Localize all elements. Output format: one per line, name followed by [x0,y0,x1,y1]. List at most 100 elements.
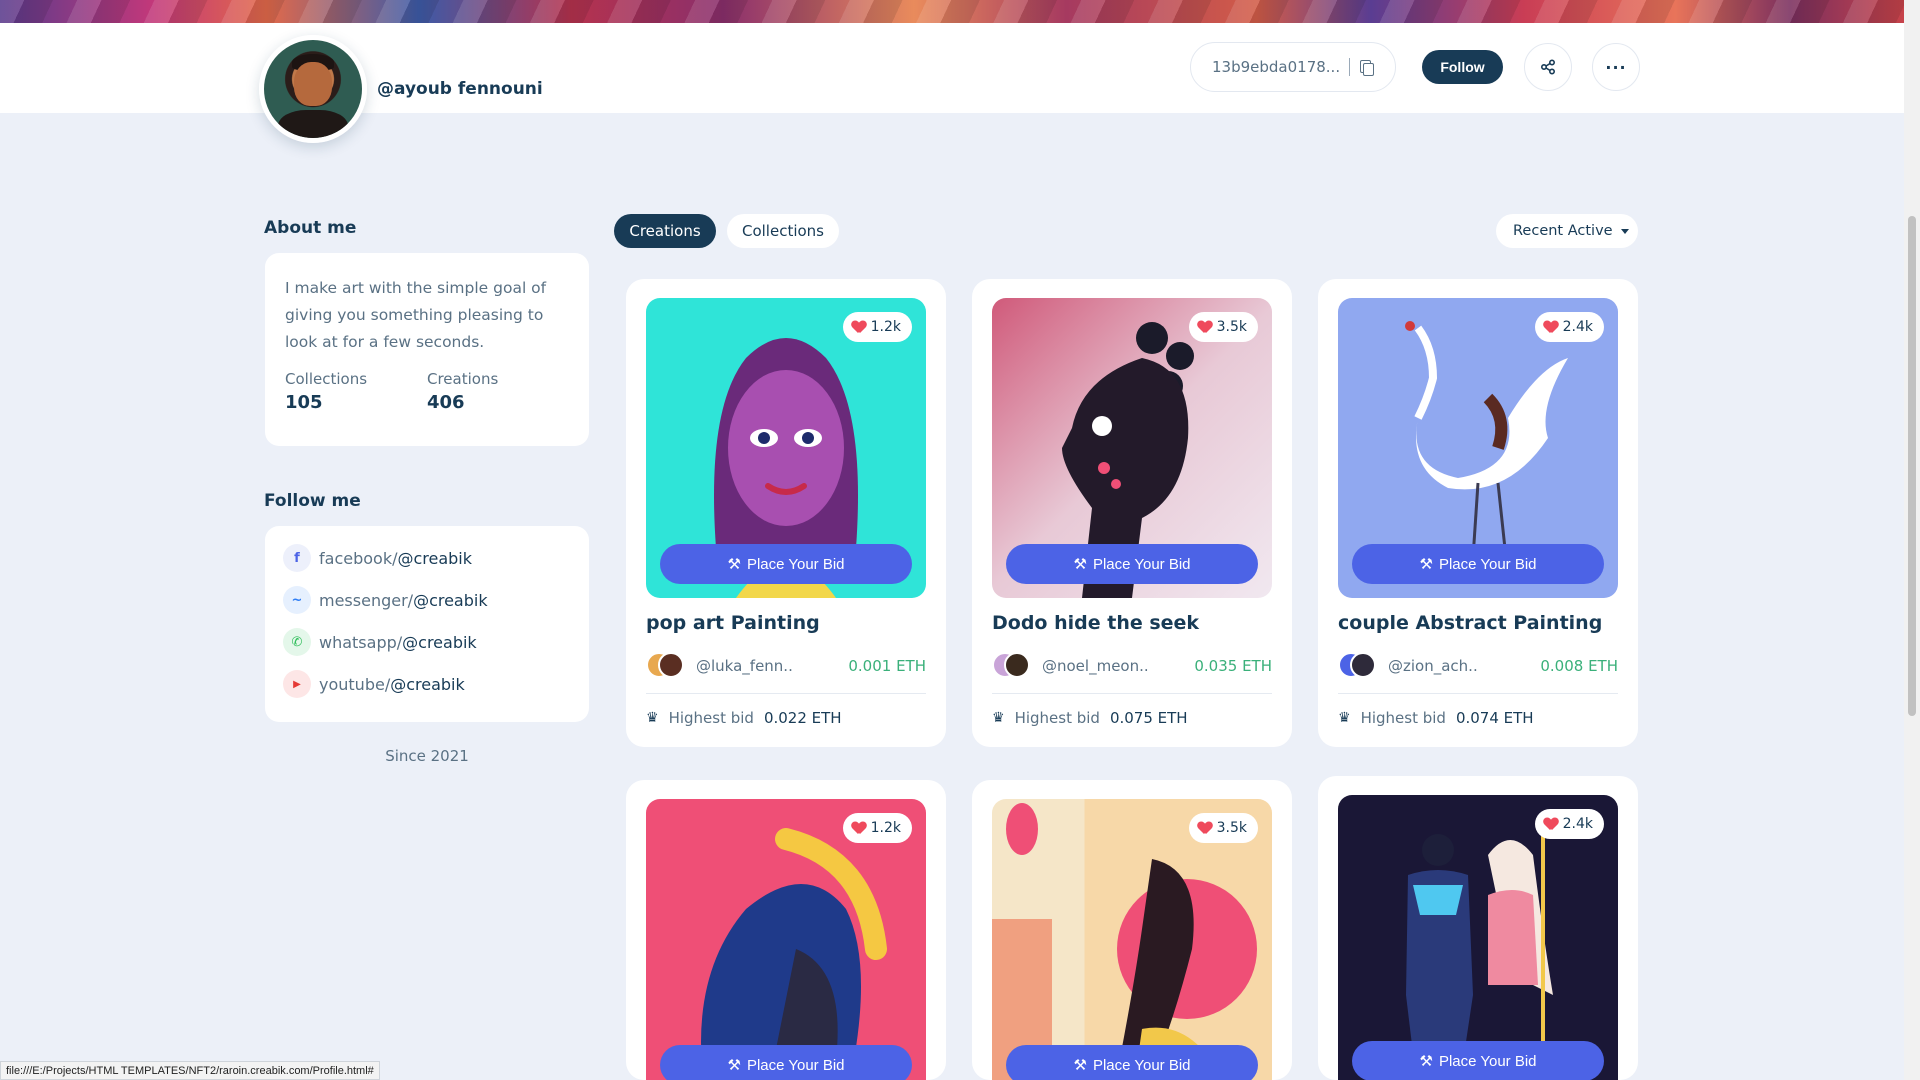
creations-stat: Creations 406 [427,370,569,413]
like-badge[interactable]: 2.4k [1534,809,1604,839]
tab-creations[interactable]: Creations [614,214,716,248]
artwork-image[interactable]: 3.5k ⚒ Place Your Bid [992,799,1272,1080]
social-network: youtube/ [319,674,391,694]
like-badge[interactable]: 3.5k [1188,813,1258,843]
more-options-button[interactable]: ··· [1592,43,1640,91]
crown-icon: ♛ [992,710,1005,726]
nft-card[interactable]: 2.4k ⚒ Place Your Bid [1318,776,1638,1080]
like-count: 2.4k [1562,816,1593,832]
card-title[interactable]: pop art Painting [646,612,926,634]
place-bid-button[interactable]: ⚒ Place Your Bid [1352,544,1604,584]
creations-count: 406 [427,392,465,413]
crown-icon: ♛ [1338,710,1351,726]
share-button[interactable] [1524,43,1572,91]
social-network: whatsapp/ [319,632,403,652]
highest-bid-label: Highest bid [1360,709,1446,727]
caret-down-icon [1620,228,1629,234]
card-title[interactable]: couple Abstract Painting [1338,612,1618,634]
place-bid-label: Place Your Bid [1092,1056,1191,1074]
creator-handle[interactable]: @zion_ach.. [1388,657,1538,675]
social-link-whatsapp[interactable]: ✆ whatsapp/@creabik [283,628,571,656]
nft-card[interactable]: 3.5k ⚒ Place Your Bid [972,780,1292,1080]
page-scrollbar[interactable] [1904,0,1920,1080]
artwork-image[interactable]: 2.4k ⚒ Place Your Bid [1338,795,1618,1080]
wallet-address[interactable]: 13b9ebda0178... [1190,42,1396,92]
like-count: 3.5k [1216,820,1247,836]
place-bid-label: Place Your Bid [1092,555,1191,573]
place-bid-button[interactable]: ⚒ Place Your Bid [1006,1045,1258,1080]
gavel-icon: ⚒ [1073,556,1087,573]
artwork-image[interactable]: 1.2k ⚒ Place Your Bid [646,799,926,1080]
heart-icon [852,321,866,334]
social-link-facebook[interactable]: f facebook/@creabik [283,544,571,572]
gavel-icon: ⚒ [1073,1057,1087,1074]
member-since: Since 2021 [385,747,469,765]
sort-label: Recent Active [1513,223,1613,239]
about-title: About me [264,218,357,238]
like-badge[interactable]: 1.2k [842,312,912,342]
wallet-divider [1349,58,1351,76]
social-link-youtube[interactable]: ▶ youtube/@creabik [283,670,571,698]
profile-avatar[interactable] [259,35,367,143]
collections-label: Collections [285,370,368,388]
follow-button[interactable]: Follow [1422,50,1503,84]
place-bid-label: Place Your Bid [1438,1052,1537,1070]
highest-bid-value: 0.074 ETH [1455,709,1534,727]
highest-bid-value: 0.022 ETH [763,709,842,727]
like-badge[interactable]: 3.5k [1188,312,1258,342]
copy-icon[interactable] [1360,60,1375,76]
place-bid-button[interactable]: ⚒ Place Your Bid [660,1045,912,1080]
like-badge[interactable]: 1.2k [842,813,912,843]
card-title[interactable]: Dodo hide the seek [992,612,1272,634]
creator-handle[interactable]: @luka_fenn.. [696,657,846,675]
collections-count: 105 [285,392,323,413]
gavel-icon: ⚒ [1419,1053,1433,1070]
creator-handle[interactable]: @noel_meon.. [1042,657,1192,675]
social-links-card: f facebook/@creabik ~ messenger/@creabik… [265,526,589,722]
creator-avatars[interactable] [992,652,1032,680]
highest-bid-label: Highest bid [668,709,754,727]
social-handle: @creabik [390,674,465,694]
social-handle: @creabik [397,548,473,568]
price: 0.001 ETH [848,657,926,675]
social-network: messenger/ [319,590,414,610]
nft-card[interactable]: 3.5k ⚒ Place Your Bid Dodo hide the seek … [972,279,1292,747]
heart-icon [1544,321,1558,334]
place-bid-button[interactable]: ⚒ Place Your Bid [1006,544,1258,584]
wallet-address-text: 13b9ebda0178... [1212,58,1341,76]
heart-icon [852,822,866,835]
like-badge[interactable]: 2.4k [1534,312,1604,342]
scrollbar-thumb[interactable] [1908,216,1916,716]
nft-card[interactable]: 1.2k ⚒ Place Your Bid [626,780,946,1080]
artwork-image[interactable]: 1.2k ⚒ Place Your Bid [646,298,926,598]
creations-label: Creations [427,370,499,388]
collections-stat: Collections 105 [285,370,427,413]
social-link-messenger[interactable]: ~ messenger/@creabik [283,586,571,614]
facebook-icon: f [283,544,311,572]
sort-dropdown[interactable]: Recent Active [1496,214,1638,248]
cover-image [0,0,1904,23]
highest-bid-row: ♛ Highest bid 0.075 ETH [992,694,1272,742]
highest-bid-row: ♛ Highest bid 0.074 ETH [1338,694,1618,742]
messenger-icon: ~ [283,586,311,614]
artwork-image[interactable]: 3.5k ⚒ Place Your Bid [992,298,1272,598]
place-bid-button[interactable]: ⚒ Place Your Bid [1352,1041,1604,1080]
nft-card[interactable]: 1.2k ⚒ Place Your Bid pop art Painting @l… [626,279,946,747]
follow-me-title: Follow me [264,491,361,511]
creator-avatars[interactable] [1338,652,1378,680]
nft-card[interactable]: 2.4k ⚒ Place Your Bid couple Abstract Pai… [1318,279,1638,747]
creator-avatars[interactable] [646,652,686,680]
place-bid-label: Place Your Bid [746,555,845,573]
share-icon [1540,59,1556,75]
place-bid-button[interactable]: ⚒ Place Your Bid [660,544,912,584]
crown-icon: ♛ [646,710,659,726]
heart-icon [1544,818,1558,831]
highest-bid-row: ♛ Highest bid 0.022 ETH [646,694,926,742]
heart-icon [1198,822,1212,835]
artwork-image[interactable]: 2.4k ⚒ Place Your Bid [1338,298,1618,598]
like-count: 2.4k [1562,319,1593,335]
tab-collections[interactable]: Collections [727,214,839,248]
about-card: I make art with the simple goal of givin… [265,253,589,446]
price: 0.008 ETH [1540,657,1618,675]
highest-bid-label: Highest bid [1014,709,1100,727]
